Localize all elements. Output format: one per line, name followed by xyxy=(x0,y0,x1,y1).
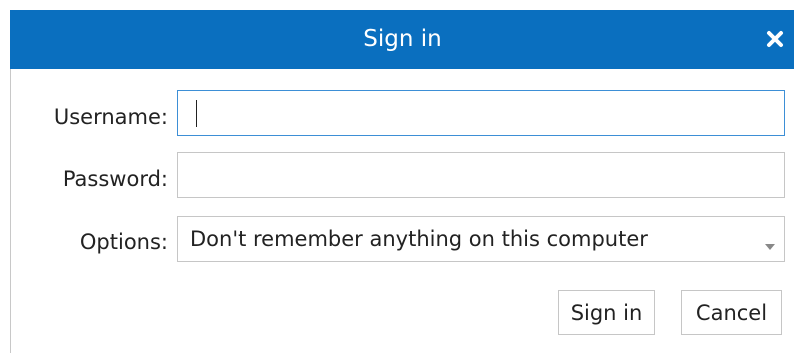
username-label: Username: xyxy=(53,105,168,129)
cancel-button[interactable]: Cancel xyxy=(681,290,782,335)
password-label: Password: xyxy=(62,167,168,191)
sign-in-button[interactable]: Sign in xyxy=(558,290,655,335)
password-field[interactable] xyxy=(177,152,785,198)
username-input[interactable] xyxy=(178,91,784,135)
options-select[interactable]: Don't remember anything on this computer xyxy=(177,216,785,262)
sign-in-dialog: Sign in Username: Password: Options: Don… xyxy=(10,10,794,353)
password-input[interactable] xyxy=(178,153,784,197)
username-field[interactable] xyxy=(177,90,785,136)
options-selected-value: Don't remember anything on this computer xyxy=(190,227,648,251)
options-label: Options: xyxy=(79,230,168,254)
dialog-titlebar: Sign in xyxy=(10,10,794,69)
dropdown-arrow-icon xyxy=(764,236,776,255)
close-icon[interactable] xyxy=(761,25,789,53)
dialog-title: Sign in xyxy=(363,26,442,52)
text-caret xyxy=(196,100,197,127)
